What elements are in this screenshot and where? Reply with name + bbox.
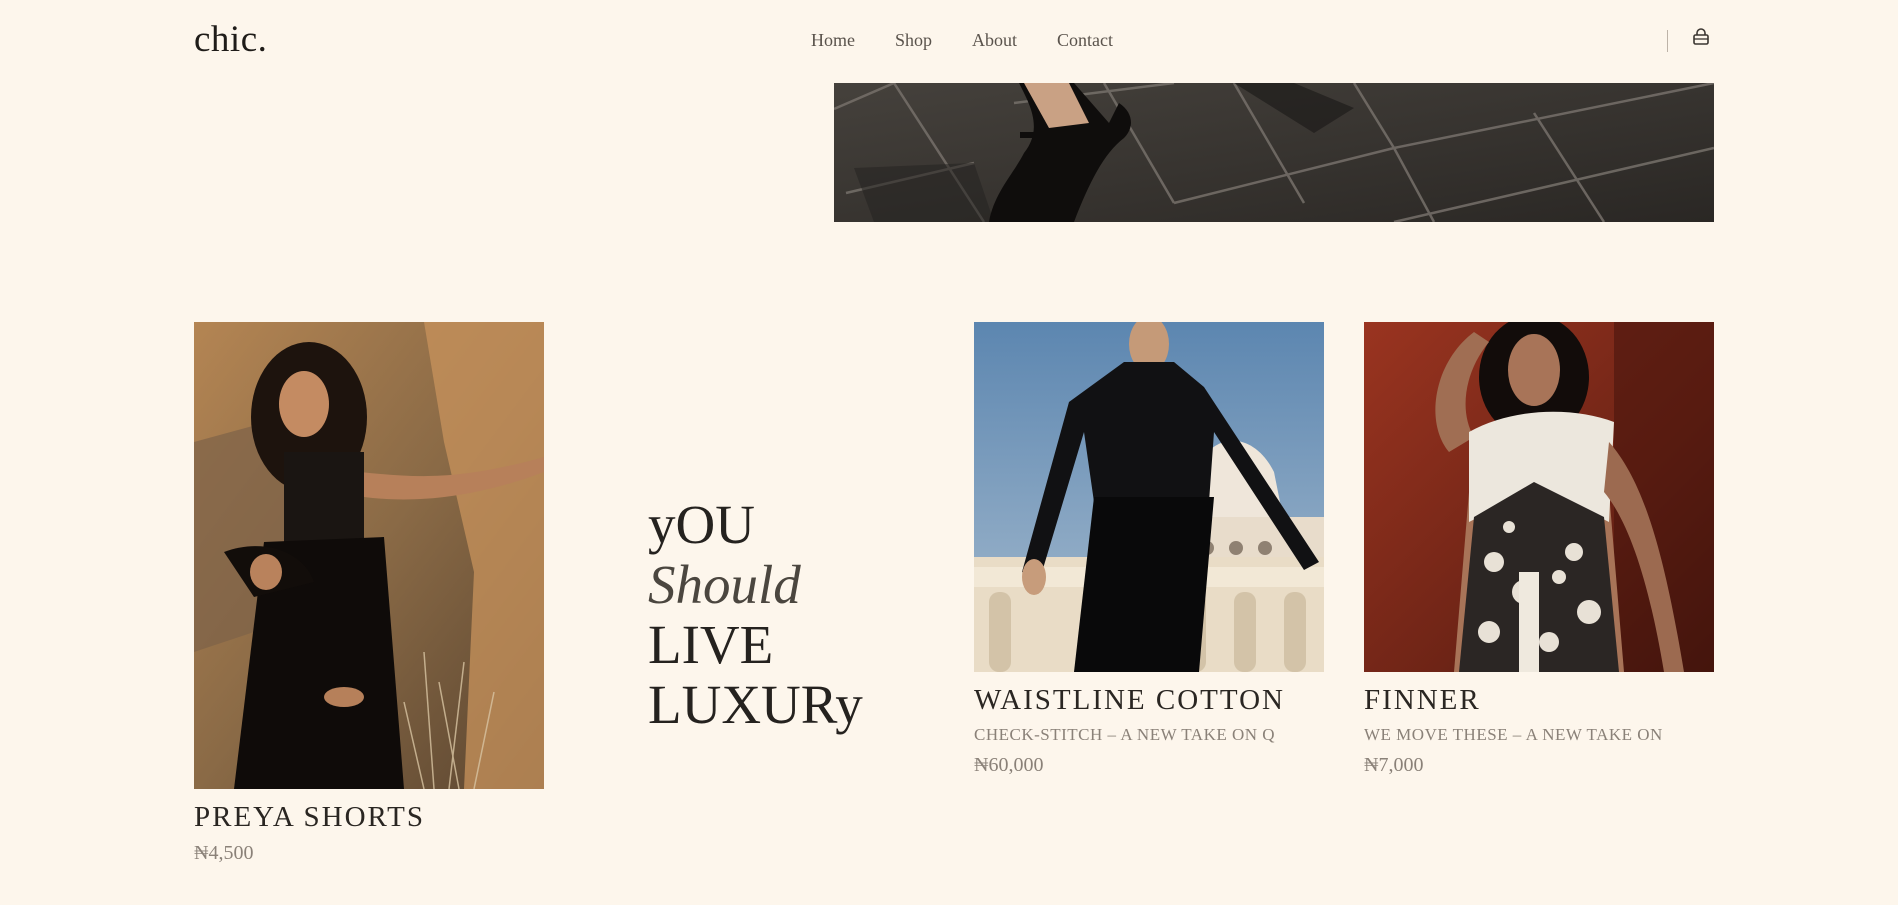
tagline-line: yOU: [648, 494, 755, 555]
tagline-line: Should: [648, 554, 801, 615]
shopping-bag-icon[interactable]: [1692, 28, 1710, 46]
product-price: ₦60,000: [974, 754, 1044, 776]
product-image-waistline-cotton[interactable]: [974, 322, 1324, 672]
product-image-finner[interactable]: [1364, 322, 1714, 672]
nav-about[interactable]: About: [972, 30, 1017, 51]
product-title[interactable]: WAISTLINE COTTON: [974, 684, 1285, 717]
product-title[interactable]: FINNER: [1364, 684, 1481, 717]
product-price: ₦7,000: [1364, 754, 1424, 776]
nav-contact[interactable]: Contact: [1057, 30, 1113, 51]
site-logo[interactable]: chic.: [194, 18, 267, 61]
tagline: yOU Should LIVE LUXURy: [648, 495, 863, 735]
product-subtitle: CHECK-STITCH – A NEW TAKE ON Q: [974, 725, 1276, 744]
hero-image: [834, 83, 1714, 222]
nav-shop[interactable]: Shop: [895, 30, 932, 51]
tagline-line: LUXURy: [648, 674, 863, 735]
main-nav: Home Shop About Contact: [811, 30, 1153, 51]
product-image-preya-shorts[interactable]: [194, 322, 544, 789]
nav-home[interactable]: Home: [811, 30, 855, 51]
product-title[interactable]: PREYA SHORTS: [194, 801, 425, 834]
product-price: ₦4,500: [194, 842, 254, 864]
tagline-line: LIVE: [648, 614, 774, 675]
header-divider: [1667, 30, 1668, 52]
product-subtitle: WE MOVE THESE – A NEW TAKE ON: [1364, 725, 1663, 744]
